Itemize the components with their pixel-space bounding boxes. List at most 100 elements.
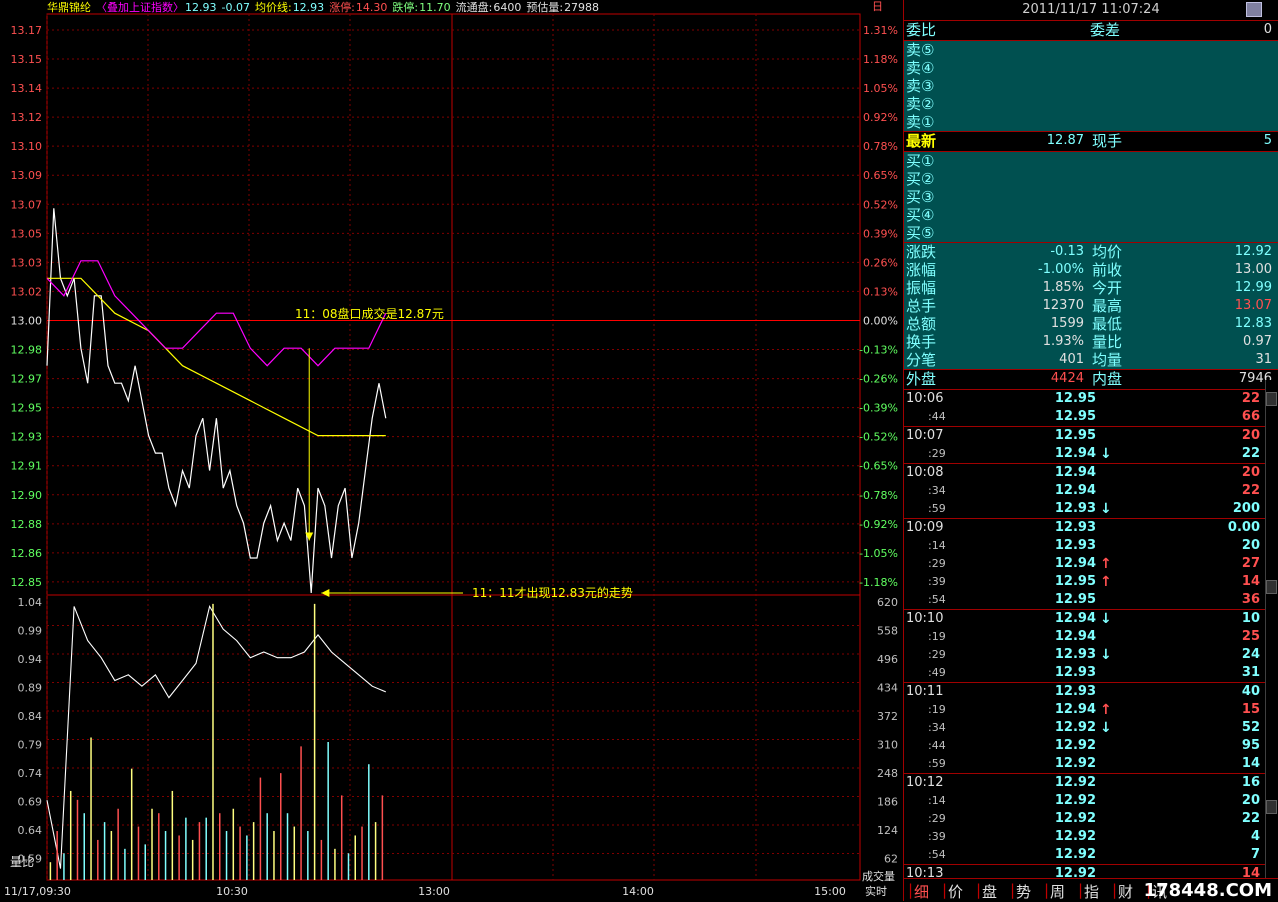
ratio-label: 委比	[906, 21, 937, 39]
stat-row: 总额 1599 最低 12.83	[904, 315, 1278, 333]
tick-time: :54	[928, 848, 946, 861]
tab-5[interactable]: 指	[1084, 881, 1099, 902]
window-icon[interactable]	[1246, 2, 1262, 17]
tick-volume: 20	[1241, 428, 1260, 443]
tick-row[interactable]: 10:07 12.95 20	[904, 426, 1278, 445]
tab-3[interactable]: 势	[1016, 881, 1031, 902]
stat-label: 前收	[1092, 261, 1123, 279]
tick-price: 12.94	[1054, 446, 1096, 461]
stat-row: 总手 12370 最高 13.07	[904, 297, 1278, 315]
tick-row[interactable]: :54 12.92 7	[904, 846, 1278, 864]
buy-book: 买① 买② 买③ 买④ 买⑤	[904, 152, 1278, 243]
hand-value: 5	[1263, 133, 1272, 148]
tick-price: 12.92	[1054, 847, 1096, 862]
scroll-down-button[interactable]	[1266, 800, 1277, 814]
tick-row[interactable]: :14 12.93 20	[904, 537, 1278, 555]
scroll-mid-button[interactable]	[1266, 580, 1277, 594]
tick-price: 12.93	[1054, 647, 1096, 662]
tab-separator: |	[908, 881, 914, 899]
tick-row[interactable]: :29 12.94 ↑ 27	[904, 555, 1278, 573]
scroll-up-button[interactable]	[1266, 392, 1277, 406]
stat-row: 涨跌 -0.13 均价 12.92	[904, 243, 1278, 261]
tick-row[interactable]: :29 12.92 22	[904, 810, 1278, 828]
tab-separator: |	[1112, 881, 1118, 899]
tick-row[interactable]: :29 12.93 ↓ 24	[904, 646, 1278, 664]
tick-row[interactable]: :54 12.95 36	[904, 591, 1278, 609]
tick-row[interactable]: :44 12.92 95	[904, 737, 1278, 755]
price-tick-label: 13.07	[11, 198, 43, 211]
tick-row[interactable]: :34 12.94 22	[904, 482, 1278, 500]
tick-row[interactable]: :59 12.92 14	[904, 755, 1278, 773]
pct-tick-label: -0.13%	[859, 344, 898, 357]
tick-volume: 95	[1241, 738, 1260, 753]
tick-row[interactable]: 10:10 12.94 ↓ 10	[904, 609, 1278, 628]
stat-label: 最低	[1092, 315, 1123, 333]
vol-tick-label: 186	[877, 796, 898, 809]
buy-level-row: 买⑤	[904, 224, 1278, 242]
sell-book: 卖⑤ 卖④ 卖③ 卖② 卖①	[904, 41, 1278, 132]
tick-volume: 10	[1241, 611, 1260, 626]
tick-row[interactable]: :34 12.92 ↓ 52	[904, 719, 1278, 737]
tab-6[interactable]: 财	[1118, 881, 1133, 902]
price-tick-label: 12.98	[11, 344, 43, 357]
tick-row[interactable]: :19 12.94 ↑ 15	[904, 701, 1278, 719]
tick-row[interactable]: 10:08 12.94 20	[904, 463, 1278, 482]
tick-row[interactable]: 10:06 12.95 22	[904, 390, 1278, 408]
tick-volume: 200	[1232, 501, 1260, 516]
tick-row[interactable]: :29 12.94 ↓ 22	[904, 445, 1278, 463]
tick-time: :49	[928, 666, 946, 679]
sell-level-row: 卖④	[904, 59, 1278, 77]
tab-0[interactable]: 细	[914, 881, 929, 902]
price-change: -0.07	[222, 1, 250, 14]
sell-level-label: 卖①	[906, 113, 935, 131]
tick-time: 10:11	[906, 684, 944, 699]
vol-tick-label: 310	[877, 739, 898, 752]
tick-scrollbar[interactable]	[1265, 380, 1278, 880]
tick-row[interactable]: :19 12.94 25	[904, 628, 1278, 646]
tick-row[interactable]: :49 12.93 31	[904, 664, 1278, 682]
tab-separator: |	[1010, 881, 1016, 899]
hand-label: 现手	[1092, 132, 1123, 150]
annotation-2-text: 11：11才出现12.83元的走势	[472, 585, 633, 600]
est-label: 预估量:	[526, 1, 563, 14]
vol-ratio-tick-label: 0.69	[18, 796, 43, 809]
tab-4[interactable]: 周	[1050, 881, 1065, 902]
tick-time: :29	[928, 557, 946, 570]
tick-volume: 22	[1241, 391, 1260, 406]
tick-volume: 25	[1241, 629, 1260, 644]
tick-row[interactable]: :44 12.95 66	[904, 408, 1278, 426]
tick-price: 12.95	[1054, 592, 1096, 607]
est-value: 27988	[564, 1, 599, 14]
tick-volume: 20	[1241, 793, 1260, 808]
tick-row[interactable]: :39 12.95 ↑ 14	[904, 573, 1278, 591]
sell-level-label: 卖②	[906, 95, 935, 113]
stat-label: 均量	[1092, 351, 1123, 369]
tick-volume: 4	[1250, 829, 1260, 844]
tick-price: 12.93	[1054, 684, 1096, 699]
tab-1[interactable]: 价	[948, 881, 963, 902]
tick-row[interactable]: :59 12.93 ↓ 200	[904, 500, 1278, 518]
period-label: 日	[872, 0, 883, 13]
pct-tick-label: 0.52%	[863, 198, 898, 211]
tick-row[interactable]: 10:12 12.92 16	[904, 773, 1278, 792]
tick-volume: 0.00	[1227, 520, 1260, 535]
pct-tick-label: 0.39%	[863, 227, 898, 240]
buy-level-row: 买②	[904, 170, 1278, 188]
price-tick-label: 13.05	[11, 227, 43, 240]
tick-row[interactable]: 10:11 12.93 40	[904, 682, 1278, 701]
buy-level-label: 买②	[906, 170, 935, 188]
stat-label: 涨幅	[906, 261, 937, 279]
chart-frame	[46, 13, 861, 881]
tick-time: :19	[928, 703, 946, 716]
pct-tick-label: -0.92%	[859, 518, 898, 531]
tick-row[interactable]: 10:09 12.93 0.00	[904, 518, 1278, 537]
tick-row[interactable]: :14 12.92 20	[904, 792, 1278, 810]
vol-ratio-tick-label: 0.89	[18, 682, 43, 695]
tab-2[interactable]: 盘	[982, 881, 997, 902]
limit-up: 14.30	[356, 1, 388, 14]
tick-row[interactable]: :39 12.92 4	[904, 828, 1278, 846]
annotation-2-arrowhead	[321, 589, 330, 597]
tick-list[interactable]: 10:06 12.95 22:44 12.95 66 10:07 12.95 20:29 12.…	[904, 390, 1278, 883]
intraday-chart[interactable]: 13.17 1.31% 13.15 1.18% 13.14 1.05% 13.12 0.92%…	[0, 0, 903, 901]
stat-label: 今开	[1092, 279, 1123, 297]
